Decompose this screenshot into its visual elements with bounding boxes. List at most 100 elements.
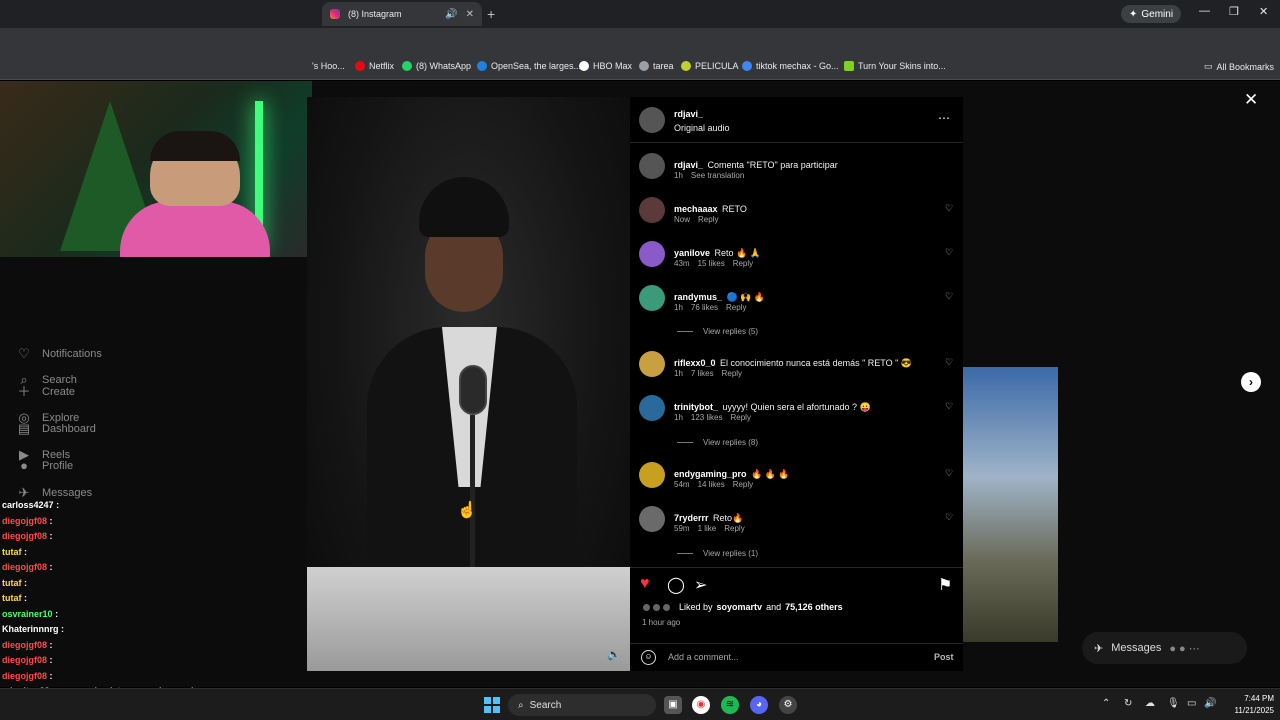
comment-username[interactable]: rdjavi_ (674, 160, 703, 170)
like-heart-icon[interactable]: ♥ (640, 575, 650, 593)
comment-likes[interactable]: 15 likes (698, 259, 725, 268)
restore-icon[interactable]: ❐ (1229, 5, 1239, 18)
comment-username[interactable]: mechaaax (674, 204, 718, 214)
tray-cloud-icon[interactable]: ☁ (1145, 698, 1155, 709)
bookmark-item[interactable]: (8) WhatsApp (402, 61, 471, 71)
like-comment-icon[interactable]: ♡ (945, 468, 953, 479)
comment-likes[interactable]: 76 likes (691, 303, 718, 312)
reel-video[interactable]: 🔈 ☝ (307, 97, 630, 671)
chat-username[interactable]: diegojgf08 (2, 640, 47, 650)
chat-username[interactable]: tutaf (2, 578, 22, 588)
like-comment-icon[interactable]: ♡ (945, 247, 953, 258)
commenter-avatar[interactable] (639, 285, 665, 311)
all-bookmarks[interactable]: ▭ All Bookmarks (1204, 61, 1274, 72)
speaker-icon[interactable]: 🔊 (445, 9, 457, 20)
comment-username[interactable]: endygaming_pro (674, 469, 747, 479)
spotify-icon[interactable]: ≋ (721, 696, 739, 714)
liked-by-count[interactable]: 75,126 others (785, 602, 843, 612)
bookmark-item[interactable]: Turn Your Skins into... (844, 61, 946, 71)
bookmark-item[interactable]: OpenSea, the larges... (477, 61, 581, 71)
bookmark-item[interactable]: HBO Max (579, 61, 632, 71)
view-replies-button[interactable]: View replies (5) (677, 327, 758, 336)
commenter-avatar[interactable] (639, 506, 665, 532)
comment-username[interactable]: riflexx0_0 (674, 358, 716, 368)
next-post-thumbnail[interactable] (963, 367, 1058, 642)
gemini-button[interactable]: ✦ Gemini (1121, 5, 1182, 23)
microphone-icon[interactable]: 🎙 (1167, 698, 1180, 709)
bookmark-item[interactable]: tiktok mechax - Go... (742, 61, 839, 71)
comment-username[interactable]: randymus_ (674, 292, 722, 302)
reply-button[interactable]: Reply (730, 413, 750, 422)
liked-by-user[interactable]: soyomartv (717, 602, 763, 612)
next-post-button[interactable]: › (1241, 372, 1261, 392)
chat-username[interactable]: diegojgf08 (2, 562, 47, 572)
comment-username[interactable]: trinitybot_ (674, 402, 718, 412)
chat-username[interactable]: tutaf (2, 593, 22, 603)
sidebar-item-profile[interactable]: ● Profile (16, 458, 73, 474)
view-replies-button[interactable]: View replies (1) (677, 549, 758, 558)
chat-username[interactable]: carloss4247 (2, 500, 54, 510)
see-translation-link[interactable]: See translation (691, 171, 744, 180)
comment-likes[interactable]: 1 like (698, 524, 717, 533)
bookmark-item[interactable]: tarea (639, 61, 674, 71)
comment-likes[interactable]: 7 likes (691, 369, 714, 378)
taskbar-clock[interactable]: 7:44 PM 11/21/2025 (1224, 693, 1274, 717)
author-avatar[interactable] (639, 107, 665, 133)
volume-icon[interactable]: 🔊 (1204, 698, 1216, 709)
chat-username[interactable]: osvrainer10 (2, 609, 53, 619)
emoji-icon[interactable]: ☺ (641, 650, 656, 665)
app-icon[interactable]: ⚙ (779, 696, 797, 714)
like-comment-icon[interactable]: ♡ (945, 291, 953, 302)
comment-icon[interactable]: ◯ (667, 575, 685, 595)
chat-username[interactable]: tutaf (2, 547, 22, 557)
reply-button[interactable]: Reply (722, 369, 742, 378)
network-icon[interactable]: ▭ (1187, 698, 1196, 709)
chat-username[interactable]: diegojgf08 (2, 671, 47, 681)
like-comment-icon[interactable]: ♡ (945, 512, 953, 523)
commenter-avatar[interactable] (639, 197, 665, 223)
messages-floating-button[interactable]: ✈ Messages ● ● ⋯ (1082, 632, 1247, 664)
new-tab-icon[interactable]: + (487, 6, 495, 22)
likes-summary[interactable]: Liked by soyomartv and 75,126 others (642, 602, 843, 612)
tray-app-icon[interactable]: ↻ (1124, 698, 1132, 709)
commenter-avatar[interactable] (639, 462, 665, 488)
bookmark-item[interactable]: Netflix (355, 61, 394, 71)
like-comment-icon[interactable]: ♡ (945, 357, 953, 368)
minimize-icon[interactable]: — (1199, 5, 1210, 17)
chrome-icon[interactable]: ◉ (692, 696, 710, 714)
comment-username[interactable]: yanilove (674, 248, 710, 258)
comment-likes[interactable]: 14 likes (698, 480, 725, 489)
sidebar-item-notifications[interactable]: ♡ Notifications (16, 346, 102, 362)
comment-likes[interactable]: 123 likes (691, 413, 723, 422)
reply-button[interactable]: Reply (733, 480, 753, 489)
more-options-icon[interactable]: ⋯ (938, 111, 950, 125)
save-bookmark-icon[interactable]: ⚑ (938, 575, 952, 595)
windows-start-icon[interactable] (484, 697, 500, 713)
bookmark-item[interactable]: 's Hoo... (312, 61, 345, 71)
close-window-icon[interactable]: ✕ (1259, 5, 1268, 18)
like-comment-icon[interactable]: ♡ (945, 203, 953, 214)
comment-username[interactable]: 7ryderrr (674, 513, 709, 523)
chat-username[interactable]: diegojgf08 (2, 531, 47, 541)
commenter-avatar[interactable] (639, 241, 665, 267)
author-avatar[interactable] (639, 153, 665, 179)
reply-button[interactable]: Reply (698, 215, 718, 224)
view-replies-button[interactable]: View replies (8) (677, 438, 758, 447)
commenter-avatar[interactable] (639, 395, 665, 421)
bookmark-item[interactable]: PELICULA (681, 61, 739, 71)
reply-button[interactable]: Reply (733, 259, 753, 268)
tray-chevron-icon[interactable]: ⌃ (1102, 698, 1110, 709)
audio-label[interactable]: Original audio (674, 123, 730, 133)
chat-username[interactable]: diegojgf08 (2, 655, 47, 665)
sidebar-item-create[interactable]: ＋ Create (16, 384, 75, 400)
chat-username[interactable]: diegojgf08 (2, 516, 47, 526)
author-username[interactable]: rdjavi_ (674, 109, 703, 119)
like-comment-icon[interactable]: ♡ (945, 401, 953, 412)
post-comment-button[interactable]: Post (934, 652, 954, 662)
sidebar-item-dashboard[interactable]: ▤ Dashboard (16, 421, 96, 437)
taskbar-search[interactable]: ⌕ Search (508, 694, 656, 716)
comment-input[interactable]: Add a comment... (668, 652, 739, 662)
volume-icon[interactable]: 🔈 (607, 648, 621, 661)
share-icon[interactable]: ➢ (694, 575, 707, 595)
reply-button[interactable]: Reply (724, 524, 744, 533)
